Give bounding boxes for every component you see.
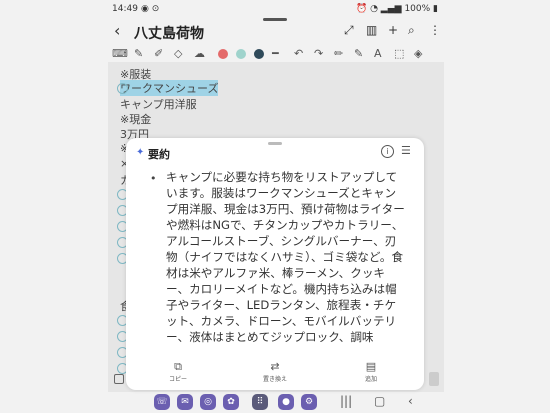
status-right: ⏰ ◔ ▂▄▆ 100% ▮ xyxy=(356,4,438,14)
add-button[interactable]: ▤ 追加 xyxy=(336,360,406,383)
scrollbar-thumb[interactable] xyxy=(429,372,439,386)
undo-icon[interactable]: ↶ xyxy=(294,47,303,60)
messages-app-icon[interactable]: ✉ xyxy=(177,394,193,410)
back-icon[interactable]: ‹ xyxy=(114,21,120,40)
info-icon[interactable]: i xyxy=(381,145,394,158)
alarm-icon: ⏰ xyxy=(355,4,368,14)
add-note-icon: ▤ xyxy=(365,360,377,373)
settings-app-icon[interactable]: ⚙ xyxy=(301,394,317,410)
selection-icon[interactable]: ⬚ xyxy=(394,47,404,60)
add-label: 追加 xyxy=(364,376,377,383)
status-time: 14:49 xyxy=(112,4,138,14)
checkbox-circle[interactable] xyxy=(117,83,128,94)
recents-button[interactable]: ||| xyxy=(340,394,352,408)
note-line-highlighted: ワークマンシューズ xyxy=(120,80,219,96)
maps-app-icon[interactable]: ● xyxy=(278,394,294,410)
nav-bar: ☏ ✉ ◎ ✿ ⠿ ● ⚙ ||| ▢ ‹ xyxy=(108,392,444,413)
replace-button[interactable]: ⇄ 置き換え xyxy=(240,360,310,383)
stroke-width-icon[interactable]: ━ xyxy=(272,47,279,60)
signal-icon: ▂▄▆ xyxy=(380,4,402,14)
back-nav-button[interactable]: ‹ xyxy=(408,394,413,408)
note-title: 八丈島荷物 xyxy=(134,26,204,42)
summary-text: キャンプに必要な持ち物をリストアップしています。服装はワークマンシューズとキャン… xyxy=(166,170,405,344)
app-drawer-icon[interactable]: ⠿ xyxy=(252,394,268,410)
summary-actions: ⧉ コピー ⇄ 置き換え ▤ 追加 xyxy=(126,360,424,388)
gallery-app-icon[interactable]: ✿ xyxy=(223,394,239,410)
book-icon[interactable]: ▥ xyxy=(366,23,377,37)
redo-icon[interactable]: ↷ xyxy=(314,47,323,60)
shapes-icon[interactable]: ◈ xyxy=(414,47,422,60)
copy-label: コピー xyxy=(168,376,187,383)
panel-drag-handle[interactable] xyxy=(268,142,282,145)
note-line: ※現金 xyxy=(120,113,152,126)
browser-app-icon[interactable]: ◎ xyxy=(200,394,216,410)
home-button[interactable]: ▢ xyxy=(374,394,385,408)
sparkle-icon: ✦ xyxy=(136,147,145,158)
summary-panel: ✦ 要約 i ☰ • キャンプに必要な持ち物をリストアップしています。服装はワー… xyxy=(126,138,424,390)
copy-button[interactable]: ⧉ コピー xyxy=(143,360,213,383)
color-teal[interactable] xyxy=(236,49,246,59)
eraser-icon[interactable]: ◇ xyxy=(174,47,182,60)
notification-icons: ◉ ⊙ xyxy=(141,4,160,14)
pen-toolbar: ⌨ ✎ ✐ ◇ ☁ ━ ↶ ↷ ✏ ✎ A ⬚ ◈ xyxy=(108,45,444,63)
status-bar: 14:49 ◉ ⊙ ⏰ ◔ ▂▄▆ 100% ▮ xyxy=(0,0,550,18)
highlighter-icon[interactable]: ✐ xyxy=(154,47,163,60)
wifi-icon: ◔ xyxy=(370,4,378,14)
ruler-icon[interactable]: ✏ xyxy=(334,47,343,60)
add-icon[interactable]: + xyxy=(388,23,398,37)
bullet-icon: • xyxy=(150,172,157,185)
more-icon[interactable]: ⋮ xyxy=(429,23,441,37)
battery-level: 100% xyxy=(404,4,431,14)
text-style-icon[interactable]: A xyxy=(374,47,382,60)
summary-title: 要約 xyxy=(148,148,170,161)
color-red[interactable] xyxy=(218,49,228,59)
color-navy[interactable] xyxy=(254,49,264,59)
list-format-icon[interactable]: ☰ xyxy=(401,144,411,157)
lasso-icon[interactable]: ☁ xyxy=(194,47,205,60)
note-line: キャンプ用洋服 xyxy=(120,98,197,111)
replace-label: 置き換え xyxy=(262,376,287,383)
copy-icon: ⧉ xyxy=(174,360,182,373)
app-bar: ‹ 八丈島荷物 ⤢ ▥ + ⌕ ⋮ xyxy=(108,20,444,44)
keyboard-icon[interactable]: ⌨ xyxy=(112,47,128,60)
battery-icon: ▮ xyxy=(433,4,438,14)
shape-pen-icon[interactable]: ✎ xyxy=(354,47,363,60)
phone-app-icon[interactable]: ☏ xyxy=(154,394,170,410)
search-icon[interactable]: ⌕ xyxy=(408,23,415,38)
pen-icon[interactable]: ✎ xyxy=(134,47,143,60)
replace-icon: ⇄ xyxy=(270,360,280,373)
bottom-checkbox[interactable] xyxy=(114,374,124,384)
expand-icon[interactable]: ⤢ xyxy=(344,23,354,38)
